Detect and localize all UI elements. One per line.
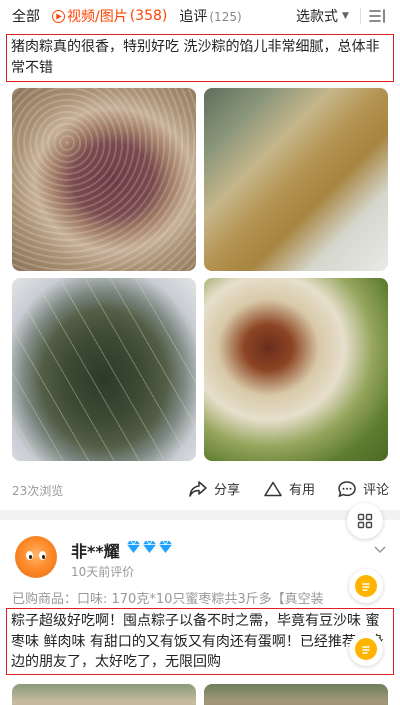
shortcut-icon <box>355 638 377 660</box>
filter-video-photo-count: (358) <box>129 8 168 24</box>
grid-icon <box>357 513 373 529</box>
grid-view-button[interactable] <box>347 503 383 539</box>
useful-label: 有用 <box>289 483 316 498</box>
review-filter-bar: 全部 视频/图片 (358) 追评 (125) 选款式 ▼ <box>0 0 400 32</box>
review-photo-bean-zongzi[interactable] <box>204 88 388 271</box>
select-style-dropdown[interactable]: 选款式 ▼ <box>296 0 349 32</box>
triangle-icon <box>264 481 282 496</box>
comment-label: 评论 <box>363 483 390 498</box>
review-photo[interactable] <box>12 684 196 705</box>
useful-button[interactable]: 有用 <box>263 479 315 498</box>
review-photo-date-zongzi[interactable] <box>204 278 388 461</box>
chevron-down-icon[interactable] <box>373 540 387 554</box>
list-layout-icon[interactable] <box>368 8 388 24</box>
comment-button[interactable]: 评论 <box>337 479 389 498</box>
avatar[interactable] <box>15 536 57 578</box>
view-count: 23次浏览 <box>12 484 64 498</box>
filter-followup-label: 追评 <box>179 9 208 25</box>
review-photo[interactable] <box>204 684 388 705</box>
member-level-badge <box>126 540 173 554</box>
filter-video-photo-tab[interactable]: 视频/图片 (358) <box>52 6 167 26</box>
review-text: 猪肉粽真的很香，特别好吃 洗沙粽的馅儿非常细腻，总体非常不错 <box>6 34 394 82</box>
review-photo-pork-zongzi[interactable] <box>12 88 196 271</box>
caret-down-icon: ▼ <box>342 11 349 21</box>
purchased-item: 已购商品：口味: 170克*10只蜜枣粽共3斤多【真空装 <box>12 592 324 607</box>
floating-shortcut-button[interactable] <box>349 632 383 666</box>
share-label: 分享 <box>214 483 241 498</box>
shortcut-icon <box>355 575 377 597</box>
diamond-icon <box>143 540 156 553</box>
username: 非**耀 <box>71 542 120 561</box>
review-date: 10天前评价 <box>71 565 135 579</box>
filter-divider <box>360 8 361 24</box>
filter-followup-tab[interactable]: 追评 (125) <box>179 6 241 26</box>
filter-video-photo-label: 视频/图片 <box>67 9 128 25</box>
filter-followup-count: (125) <box>209 10 242 24</box>
share-icon <box>189 480 207 497</box>
diamond-icon <box>127 540 140 553</box>
filter-all-tab[interactable]: 全部 <box>12 6 40 26</box>
floating-shortcut-button[interactable] <box>349 569 383 603</box>
share-button[interactable]: 分享 <box>188 479 240 498</box>
review-photo-wrapped-zongzi[interactable] <box>12 278 196 461</box>
diamond-icon <box>159 540 172 553</box>
select-style-label: 选款式 <box>296 9 338 25</box>
comment-icon <box>338 480 356 497</box>
review-text: 粽子超级好吃啊！囤点粽子以备不时之需，毕竟有豆沙味 蜜枣味 鲜肉味 有甜口的又有… <box>6 608 394 675</box>
play-icon <box>52 9 65 23</box>
